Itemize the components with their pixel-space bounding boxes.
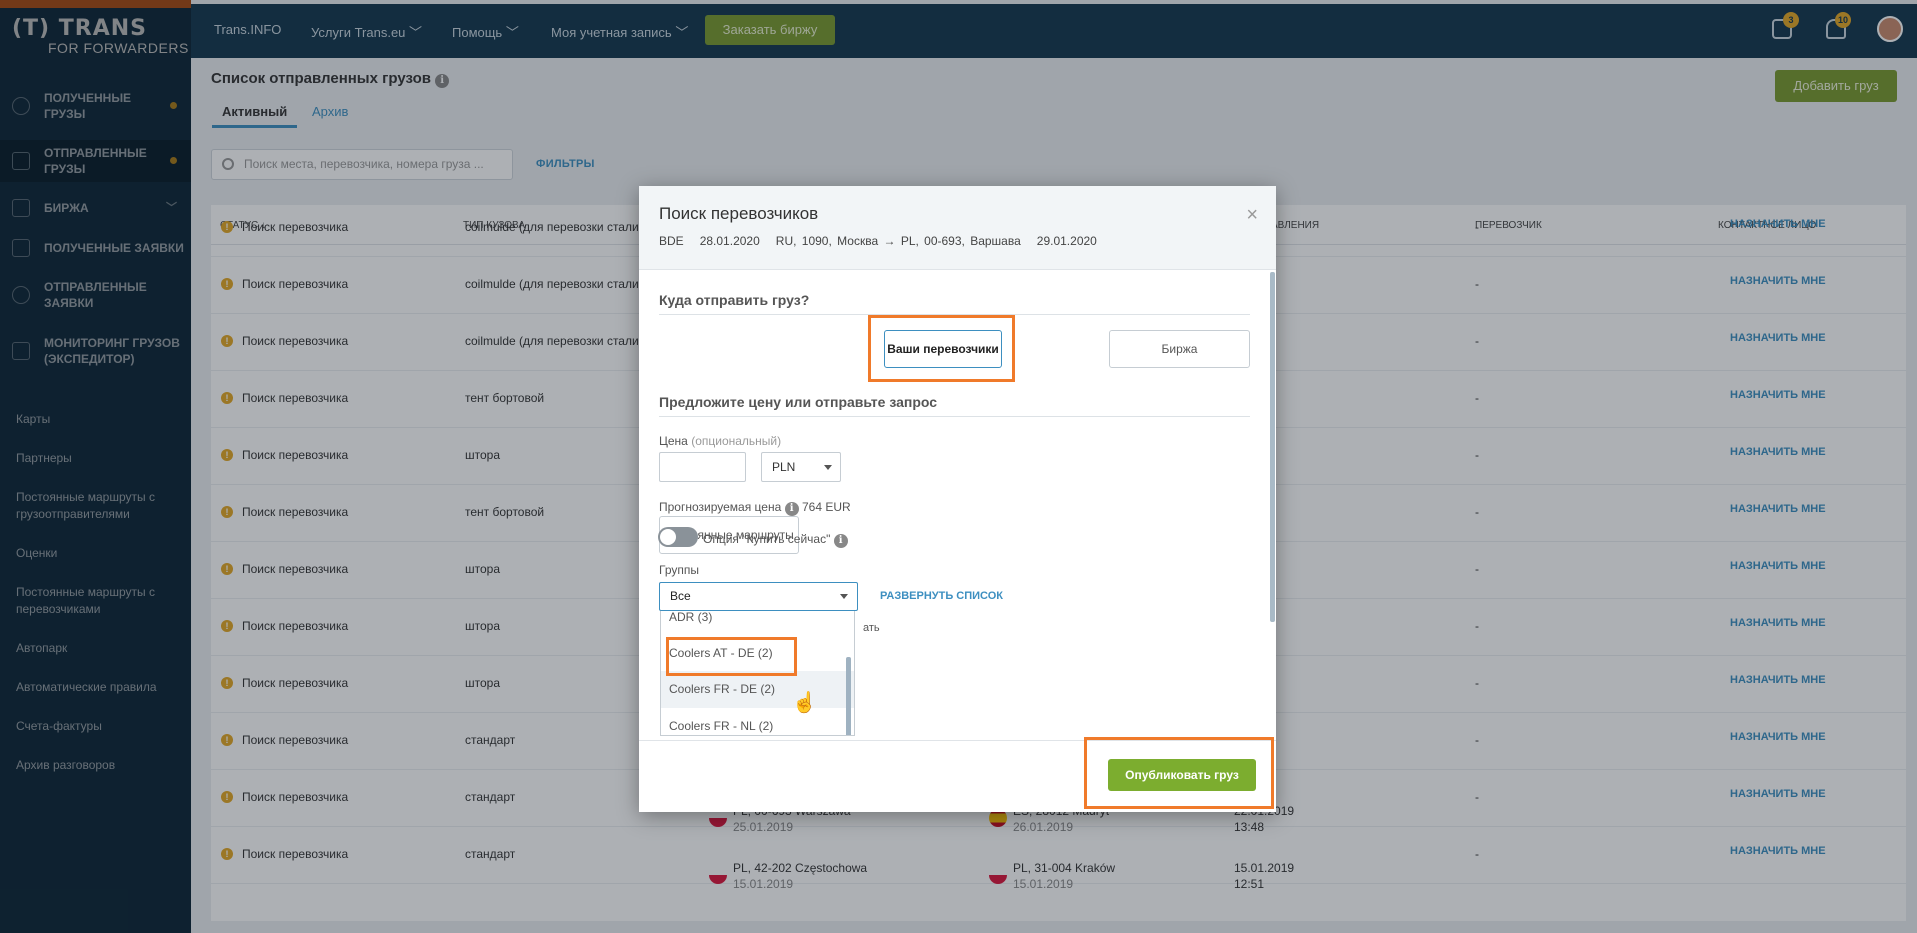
forecast-value: 764 EUR bbox=[801, 500, 851, 514]
groups-select[interactable]: Все bbox=[659, 582, 858, 611]
forecast-label: Прогнозируемая цена bbox=[659, 500, 782, 514]
load-date-from: 28.01.2020 bbox=[699, 234, 760, 248]
carrier-search-dialog: Поиск перевозчиков BDE 28.01.2020 RU, 10… bbox=[639, 186, 1276, 812]
price-label-text: Цена bbox=[659, 434, 688, 448]
caret-down-icon bbox=[840, 594, 848, 599]
buy-now-option: Опция "Купить сейчас" i bbox=[703, 532, 848, 548]
currency-select[interactable]: PLN bbox=[761, 452, 841, 482]
option-exchange[interactable]: Биржа bbox=[1109, 330, 1250, 368]
dialog-title: Поиск перевозчиков bbox=[659, 204, 819, 223]
section-destination-title: Куда отправить груз? bbox=[659, 292, 810, 308]
load-date-to: 29.01.2020 bbox=[1036, 234, 1097, 248]
price-input[interactable] bbox=[659, 452, 746, 482]
arrow-right-icon: → bbox=[883, 234, 896, 248]
price-optional-text: (опциональный) bbox=[691, 434, 782, 448]
dialog-scrollbar[interactable] bbox=[1270, 272, 1275, 622]
divider bbox=[659, 416, 1250, 417]
dropdown-item-coolers-fr-nl[interactable]: Coolers FR - NL (2) bbox=[661, 708, 854, 735]
dropdown-scrollbar[interactable] bbox=[846, 657, 851, 735]
hand-cursor-icon: ☝ bbox=[792, 692, 817, 714]
expand-list-link[interactable]: РАЗВЕРНУТЬ СПИСОК bbox=[880, 590, 1003, 602]
sidebar-backdrop bbox=[0, 0, 191, 933]
load-origin: RU, 1090, Москва bbox=[775, 234, 879, 248]
dropdown-item-coolers-fr-de[interactable]: Coolers FR - DE (2) bbox=[661, 671, 854, 708]
buy-now-toggle[interactable] bbox=[658, 527, 698, 547]
dialog-footer: Опубликовать груз bbox=[639, 737, 1276, 812]
caret-down-icon bbox=[824, 465, 832, 470]
section-price-title: Предложите цену или отправьте запрос bbox=[659, 394, 938, 410]
groups-selected-value: Все bbox=[670, 589, 691, 603]
buy-now-label: Опция "Купить сейчас" bbox=[703, 532, 831, 546]
publish-load-button[interactable]: Опубликовать груз bbox=[1108, 759, 1256, 791]
groups-label: Группы bbox=[659, 563, 699, 577]
close-icon[interactable]: × bbox=[1246, 204, 1258, 227]
load-destination: PL, 00-693, Варшава bbox=[900, 234, 1021, 248]
highlight-coolers-at-de bbox=[666, 637, 797, 676]
option-your-carriers[interactable]: Ваши перевозчики bbox=[884, 330, 1002, 368]
hidden-label-fragment: ать bbox=[863, 622, 880, 634]
dialog-header: Поиск перевозчиков BDE 28.01.2020 RU, 10… bbox=[639, 186, 1276, 270]
forecast-price: Прогнозируемая цена i 764 EUR bbox=[659, 500, 851, 516]
info-icon[interactable]: i bbox=[784, 502, 799, 516]
toggle-knob bbox=[660, 529, 676, 545]
dropdown-item-adr[interactable]: ADR (3) bbox=[661, 611, 854, 636]
currency-value: PLN bbox=[772, 460, 796, 474]
load-type: BDE bbox=[659, 234, 684, 248]
info-icon[interactable]: i bbox=[833, 534, 848, 548]
price-label: Цена (опциональный) bbox=[659, 434, 781, 448]
load-summary: BDE 28.01.2020 RU, 1090, Москва → PL, 00… bbox=[659, 234, 1097, 248]
